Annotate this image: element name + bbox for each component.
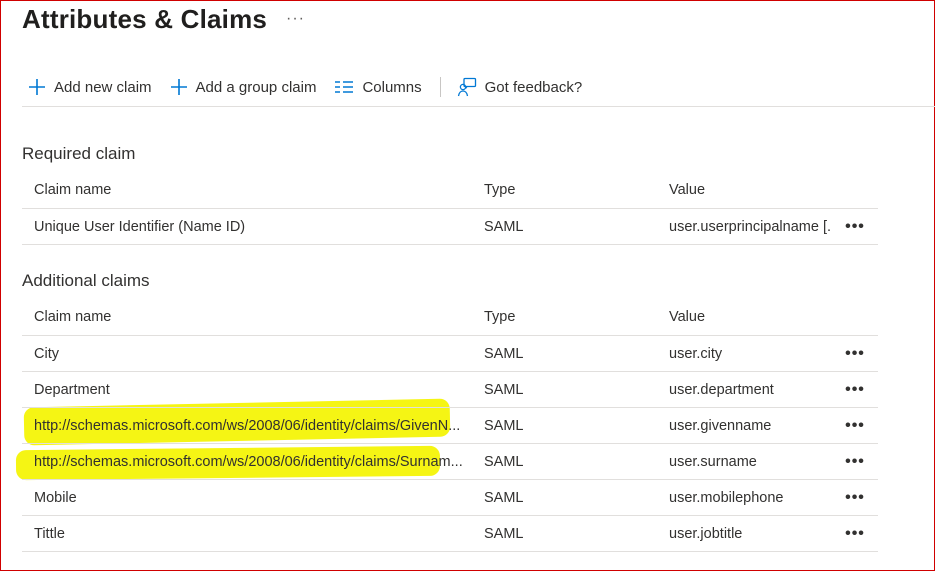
add-new-claim-label: Add new claim — [54, 78, 152, 96]
claim-value-cell: user.department — [657, 371, 832, 408]
table-header-row: Claim name Type Value — [22, 172, 878, 209]
claim-value-cell: user.city — [657, 335, 832, 372]
column-header-value[interactable]: Value — [657, 172, 832, 209]
row-more-button[interactable]: ••• — [832, 515, 878, 552]
ellipsis-icon: ••• — [845, 380, 865, 398]
column-header-value[interactable]: Value — [657, 299, 832, 336]
toolbar-separator — [439, 77, 441, 97]
row-more-button[interactable]: ••• — [832, 208, 878, 245]
ellipsis-icon: ••• — [845, 488, 865, 506]
ellipsis-icon: ••• — [845, 524, 865, 542]
column-header-type[interactable]: Type — [472, 299, 657, 336]
claim-name-cell[interactable]: http://schemas.microsoft.com/ws/2008/06/… — [22, 407, 472, 444]
ellipsis-icon: ••• — [845, 452, 865, 470]
feedback-label: Got feedback? — [484, 78, 583, 96]
column-header-claim-name[interactable]: Claim name — [22, 172, 472, 209]
required-claim-title: Required claim — [22, 144, 136, 163]
command-bar: Add new claim Add a group claim Columns … — [28, 72, 600, 102]
row-more-button[interactable]: ••• — [832, 407, 878, 444]
table-row[interactable]: City SAML user.city ••• — [22, 335, 878, 372]
claim-type-cell: SAML — [472, 371, 657, 408]
claim-type-cell: SAML — [472, 515, 657, 552]
claim-name-cell[interactable]: Unique User Identifier (Name ID) — [22, 208, 472, 245]
table-row[interactable]: Mobile SAML user.mobilephone ••• — [22, 479, 878, 516]
row-more-button[interactable]: ••• — [832, 443, 878, 480]
plus-icon — [29, 79, 45, 95]
claim-name-cell[interactable]: City — [22, 335, 472, 372]
claim-type-cell: SAML — [472, 208, 657, 245]
table-row[interactable]: Tittle SAML user.jobtitle ••• — [22, 515, 878, 552]
column-header-type[interactable]: Type — [472, 172, 657, 209]
feedback-button[interactable]: Got feedback? — [457, 77, 583, 97]
columns-button[interactable]: Columns — [334, 78, 422, 96]
claim-value-cell: user.mobilephone — [657, 479, 832, 516]
table-header-row: Claim name Type Value — [22, 299, 878, 336]
columns-list-icon — [335, 81, 354, 93]
claim-type-cell: SAML — [472, 479, 657, 516]
feedback-person-icon — [457, 77, 476, 97]
claim-name-cell[interactable]: Mobile — [22, 479, 472, 516]
claim-name-cell[interactable]: http://schemas.microsoft.com/ws/2008/06/… — [22, 443, 472, 480]
plus-icon — [170, 79, 187, 95]
columns-label: Columns — [362, 78, 422, 96]
column-header-actions — [832, 299, 878, 336]
row-more-button[interactable]: ••• — [832, 479, 878, 516]
column-header-claim-name[interactable]: Claim name — [22, 299, 472, 336]
page-title: Attributes & Claims — [22, 4, 268, 34]
ellipsis-icon: ••• — [845, 344, 865, 362]
claim-name-cell[interactable]: Department — [22, 371, 472, 408]
additional-claims-title: Additional claims — [22, 271, 150, 290]
claim-type-cell: SAML — [472, 407, 657, 444]
claim-value-cell: user.jobtitle — [657, 515, 832, 552]
additional-claims-table: Claim name Type Value City SAML user.cit… — [22, 299, 878, 552]
column-header-actions — [832, 172, 878, 209]
add-new-claim-button[interactable]: Add new claim — [28, 78, 152, 96]
row-more-button[interactable]: ••• — [832, 371, 878, 408]
ellipsis-icon: ••• — [845, 416, 865, 434]
add-group-claim-label: Add a group claim — [195, 78, 317, 96]
table-row[interactable]: Unique User Identifier (Name ID) SAML us… — [22, 208, 878, 245]
claim-value-cell: user.givenname — [657, 407, 832, 444]
toolbar-divider — [22, 106, 935, 107]
claim-type-cell: SAML — [472, 443, 657, 480]
ellipsis-icon: ••• — [845, 217, 865, 235]
row-more-button[interactable]: ••• — [832, 335, 878, 372]
claim-type-cell: SAML — [472, 335, 657, 372]
page-more-button[interactable]: ··· — [286, 10, 305, 28]
claim-value-cell: user.userprincipalname [... — [657, 208, 832, 245]
table-row[interactable]: http://schemas.microsoft.com/ws/2008/06/… — [22, 407, 878, 444]
required-claim-table: Claim name Type Value Unique User Identi… — [22, 172, 878, 245]
table-row[interactable]: Department SAML user.department ••• — [22, 371, 878, 408]
claim-name-cell[interactable]: Tittle — [22, 515, 472, 552]
claim-value-cell: user.surname — [657, 443, 832, 480]
table-row[interactable]: http://schemas.microsoft.com/ws/2008/06/… — [22, 443, 878, 480]
add-group-claim-button[interactable]: Add a group claim — [170, 78, 317, 96]
